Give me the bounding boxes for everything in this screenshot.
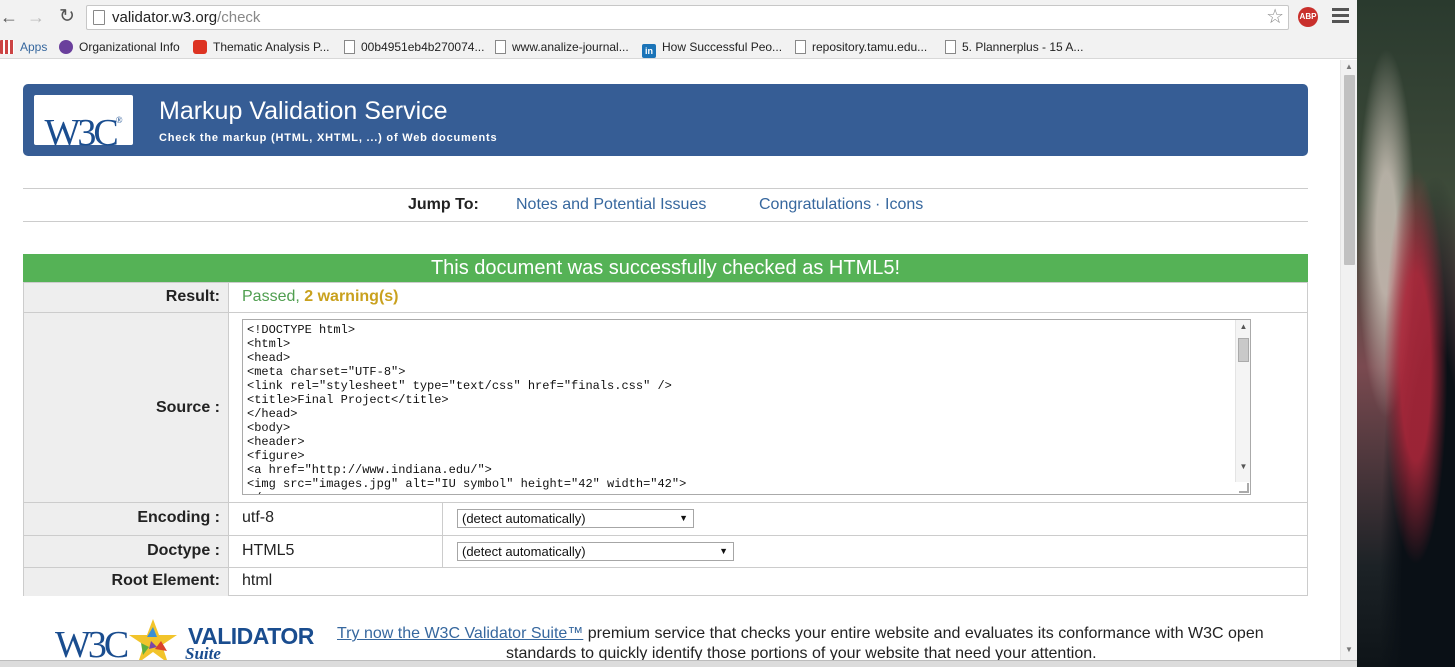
promo-text: Try now the W3C Validator Suite™ premium… xyxy=(337,625,1264,643)
encoding-select[interactable]: (detect automatically) ▼ xyxy=(457,509,694,528)
bookmark-label: 5. Plannerplus - 15 A... xyxy=(962,40,1084,54)
url-host: validator.w3.org xyxy=(112,9,218,26)
success-heading: This document was successfully checked a… xyxy=(23,254,1308,282)
page-icon xyxy=(495,40,506,54)
dropdown-caret-icon: ▼ xyxy=(679,513,688,523)
warnings-link[interactable]: 2 warning(s) xyxy=(304,288,398,305)
select-value: (detect automatically) xyxy=(462,511,586,526)
row-label-cell: Doctype : xyxy=(24,536,229,567)
browser-toolbar: ← → ↻ validator.w3.org/check ☆ ABP xyxy=(0,0,1357,35)
scrollbar-thumb[interactable] xyxy=(1344,75,1355,265)
scroll-up-icon[interactable]: ▲ xyxy=(1236,322,1250,331)
row-label-cell: Source : xyxy=(24,313,229,502)
bookmark-label: repository.tamu.edu... xyxy=(812,40,928,54)
bookmark-00b4951[interactable]: 00b4951eb4b270074... xyxy=(344,38,484,56)
source-textarea[interactable]: <!DOCTYPE html> <html> <head> <meta char… xyxy=(242,319,1251,495)
page-icon xyxy=(93,10,105,25)
bookmark-organizational-info[interactable]: Organizational Info xyxy=(59,38,180,56)
results-table: This document was successfully checked a… xyxy=(23,254,1308,596)
logo-text: W3C xyxy=(44,112,118,154)
icons-link[interactable]: Icons xyxy=(885,196,923,214)
doctype-row: Doctype : HTML5 (detect automatically) ▼ xyxy=(24,535,1307,567)
row-label-cell: Root Element: xyxy=(24,568,229,596)
bookmark-analize-journal[interactable]: www.analize-journal... xyxy=(495,38,629,56)
jump-to-label: Jump To: xyxy=(408,196,479,213)
bookmark-label: Apps xyxy=(20,40,48,54)
page-icon xyxy=(795,40,806,54)
bookmark-label: Organizational Info xyxy=(79,40,180,54)
apps-grid-icon xyxy=(0,40,14,54)
scroll-down-icon[interactable]: ▼ xyxy=(1236,462,1250,471)
browser-bottom-edge xyxy=(0,660,1357,667)
source-code: <!DOCTYPE html> <html> <head> <meta char… xyxy=(247,323,687,494)
url-path: /check xyxy=(217,9,261,26)
scroll-down-icon[interactable]: ▼ xyxy=(1341,645,1357,654)
doctype-option-cell: (detect automatically) ▼ xyxy=(442,536,734,567)
scroll-up-icon[interactable]: ▲ xyxy=(1341,62,1357,71)
page-icon xyxy=(945,40,956,54)
source-row: Source : <!DOCTYPE html> <html> <head> <… xyxy=(24,312,1307,502)
reload-icon[interactable]: ↻ xyxy=(56,6,78,28)
select-value: (detect automatically) xyxy=(462,544,586,559)
header-banner: W3C® Markup Validation Service Check the… xyxy=(23,84,1308,156)
adblock-icon[interactable]: ABP xyxy=(1298,7,1318,27)
row-label-cell: Encoding : xyxy=(24,503,229,535)
bookmarks-bar: Apps Organizational Info Thematic Analys… xyxy=(0,35,1357,59)
link-separator: · xyxy=(875,196,881,213)
result-row: Result: Passed, 2 warning(s) xyxy=(24,282,1307,312)
bookmark-plannerplus[interactable]: 5. Plannerplus - 15 A... xyxy=(945,38,1083,56)
root-element-label: Root Element: xyxy=(111,572,220,589)
forward-arrow-icon[interactable]: → xyxy=(25,6,47,28)
bookmark-label: Thematic Analysis P... xyxy=(213,40,330,54)
promo-text-line1: premium service that checks your entire … xyxy=(583,625,1264,642)
page-scrollbar[interactable]: ▲ ▼ xyxy=(1340,60,1357,660)
notes-link[interactable]: Notes and Potential Issues xyxy=(516,196,706,214)
bookmark-how-successful[interactable]: in How Successful Peo... xyxy=(642,38,783,58)
encoding-value: utf-8 xyxy=(242,509,275,526)
bookmark-star-icon[interactable]: ☆ xyxy=(1266,6,1284,29)
linkedin-icon: in xyxy=(642,44,656,58)
page-subtitle: Check the markup (HTML, XHTML, ...) of W… xyxy=(159,132,498,144)
scrollbar-thumb[interactable] xyxy=(1238,338,1249,362)
passed-text: Passed, xyxy=(242,288,300,305)
resize-handle-icon[interactable] xyxy=(1239,483,1249,493)
menu-icon[interactable] xyxy=(1332,8,1349,24)
bookmark-label: 00b4951eb4b270074... xyxy=(361,40,485,54)
source-label: Source : xyxy=(155,399,220,416)
bookmark-thematic-analysis[interactable]: Thematic Analysis P... xyxy=(193,38,330,56)
dropdown-caret-icon: ▼ xyxy=(719,546,728,556)
address-bar[interactable]: validator.w3.org/check ☆ xyxy=(86,5,1289,30)
encoding-option-cell: (detect automatically) ▼ xyxy=(442,503,694,535)
page-icon xyxy=(344,40,355,54)
root-element-value: html xyxy=(242,572,273,589)
w3c-logo[interactable]: W3C® xyxy=(34,95,133,154)
source-scrollbar[interactable]: ▲ ▼ xyxy=(1235,320,1250,482)
jump-to-bar: Jump To: Notes and Potential Issues Cong… xyxy=(23,188,1308,222)
encoding-label: Encoding : xyxy=(137,509,220,526)
page-title: Markup Validation Service xyxy=(159,97,448,125)
bookmark-label: www.analize-journal... xyxy=(512,40,629,54)
validator-suite-link[interactable]: Try now the W3C Validator Suite™ xyxy=(337,625,583,642)
doctype-label: Doctype : xyxy=(147,542,220,559)
result-value: Passed, 2 warning(s) xyxy=(242,288,399,306)
bookmark-label: How Successful Peo... xyxy=(662,40,783,54)
row-label-cell: Result: xyxy=(24,283,229,312)
congratulations-link[interactable]: Congratulations xyxy=(759,196,871,214)
doctype-select[interactable]: (detect automatically) ▼ xyxy=(457,542,734,561)
youtube-icon xyxy=(193,40,207,54)
doctype-value: HTML5 xyxy=(242,542,295,559)
bookmark-apps[interactable]: Apps xyxy=(0,38,47,56)
back-arrow-icon[interactable]: ← xyxy=(0,6,20,28)
bookmark-repository-tamu[interactable]: repository.tamu.edu... xyxy=(795,38,927,56)
suite-star-icon xyxy=(129,619,177,663)
org-icon xyxy=(59,40,73,54)
encoding-row: Encoding : utf-8 (detect automatically) ▼ xyxy=(24,502,1307,535)
page-content: W3C® Markup Validation Service Check the… xyxy=(0,60,1340,667)
logo-registered-mark: ® xyxy=(115,115,123,125)
desktop-background xyxy=(1357,0,1455,667)
root-element-row: Root Element: html xyxy=(24,567,1307,596)
url-text[interactable]: validator.w3.org/check xyxy=(112,9,260,26)
result-label: Result: xyxy=(165,288,220,305)
